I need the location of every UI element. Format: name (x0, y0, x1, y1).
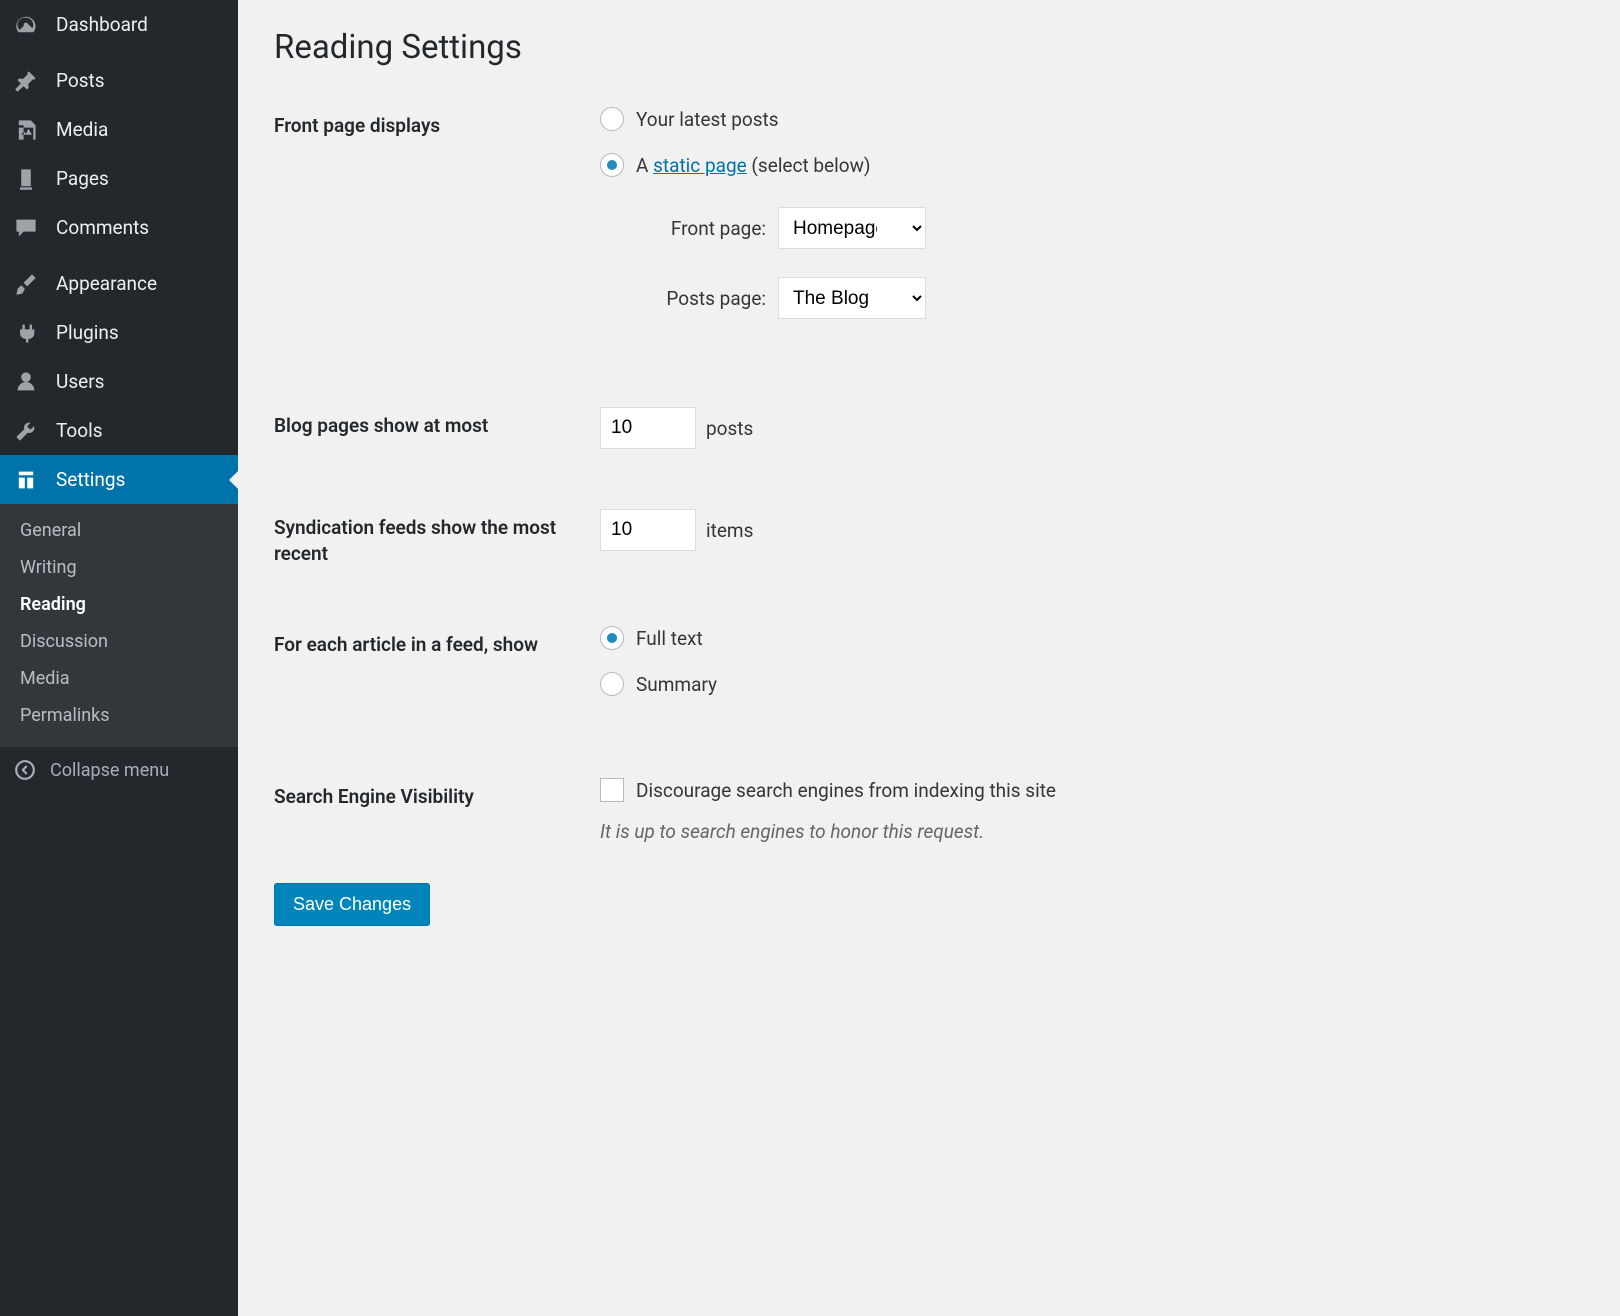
menu-label: Users (56, 370, 104, 393)
menu-users[interactable]: Users (0, 357, 238, 406)
collapse-menu[interactable]: Collapse menu (0, 746, 238, 793)
front-page-label: Front page: (671, 217, 766, 240)
menu-label: Settings (56, 468, 125, 491)
brush-icon (14, 270, 42, 298)
menu-media[interactable]: Media (0, 105, 238, 154)
summary-label: Summary (636, 673, 717, 696)
submenu-permalinks[interactable]: Permalinks (0, 697, 238, 734)
row-label: Front page displays (274, 107, 600, 139)
separator (0, 252, 238, 259)
row-blog-pages: Blog pages show at most posts (274, 407, 1584, 449)
menu-settings[interactable]: Settings (0, 455, 238, 504)
submenu-reading[interactable]: Reading (0, 586, 238, 623)
menu-dashboard[interactable]: Dashboard (0, 0, 238, 49)
menu-label: Appearance (56, 272, 157, 295)
syndication-suffix: items (706, 519, 753, 542)
discourage-label: Discourage search engines from indexing … (636, 779, 1056, 802)
row-syndication: Syndication feeds show the most recent i… (274, 509, 1584, 566)
radio-static-page[interactable] (600, 153, 624, 177)
separator (0, 49, 238, 56)
menu-plugins[interactable]: Plugins (0, 308, 238, 357)
row-label: For each article in a feed, show (274, 626, 600, 658)
posts-page-select[interactable]: The Blog (778, 277, 926, 319)
posts-page-label: Posts page: (666, 287, 766, 310)
collapse-label: Collapse menu (50, 760, 169, 781)
menu-label: Posts (56, 69, 105, 92)
syndication-input[interactable] (600, 509, 696, 551)
menu-tools[interactable]: Tools (0, 406, 238, 455)
menu-label: Tools (56, 419, 103, 442)
blog-pages-input[interactable] (600, 407, 696, 449)
row-search-visibility: Search Engine Visibility Discourage sear… (274, 778, 1584, 843)
radio-static-label: A static page (select below) (636, 154, 870, 177)
checkbox-discourage[interactable] (600, 778, 624, 802)
submenu-media[interactable]: Media (0, 660, 238, 697)
row-front-page: Front page displays Your latest posts A … (274, 107, 1584, 347)
menu-comments[interactable]: Comments (0, 203, 238, 252)
full-text-label: Full text (636, 627, 703, 650)
menu-label: Pages (56, 167, 109, 190)
radio-full-text[interactable] (600, 626, 624, 650)
menu-appearance[interactable]: Appearance (0, 259, 238, 308)
row-label: Search Engine Visibility (274, 778, 600, 810)
plugin-icon (14, 319, 42, 347)
main-content: Reading Settings Front page displays You… (238, 0, 1620, 1316)
front-page-select[interactable]: Homepage (778, 207, 926, 249)
radio-summary[interactable] (600, 672, 624, 696)
menu-posts[interactable]: Posts (0, 56, 238, 105)
menu-label: Media (56, 118, 108, 141)
collapse-icon (14, 759, 36, 781)
radio-latest-posts[interactable] (600, 107, 624, 131)
dashboard-icon (14, 11, 42, 39)
submenu-general[interactable]: General (0, 512, 238, 549)
radio-latest-label: Your latest posts (636, 108, 779, 131)
users-icon (14, 368, 42, 396)
submenu-discussion[interactable]: Discussion (0, 623, 238, 660)
tools-icon (14, 417, 42, 445)
pages-icon (14, 165, 42, 193)
menu-label: Comments (56, 216, 149, 239)
page-title: Reading Settings (274, 28, 1584, 67)
settings-icon (14, 466, 42, 494)
static-page-link[interactable]: static page (653, 154, 747, 177)
admin-sidebar: Dashboard Posts Media Pages Comments App… (0, 0, 238, 1316)
save-button[interactable]: Save Changes (274, 883, 430, 926)
row-label: Syndication feeds show the most recent (274, 509, 600, 566)
media-icon (14, 116, 42, 144)
settings-submenu: General Writing Reading Discussion Media… (0, 504, 238, 746)
menu-label: Dashboard (56, 13, 148, 36)
row-label: Blog pages show at most (274, 407, 600, 439)
menu-pages[interactable]: Pages (0, 154, 238, 203)
comments-icon (14, 214, 42, 242)
row-feed-content: For each article in a feed, show Full te… (274, 626, 1584, 718)
submenu-writing[interactable]: Writing (0, 549, 238, 586)
visibility-desc: It is up to search engines to honor this… (600, 820, 1584, 843)
pin-icon (14, 67, 42, 95)
menu-label: Plugins (56, 321, 119, 344)
blog-pages-suffix: posts (706, 417, 753, 440)
